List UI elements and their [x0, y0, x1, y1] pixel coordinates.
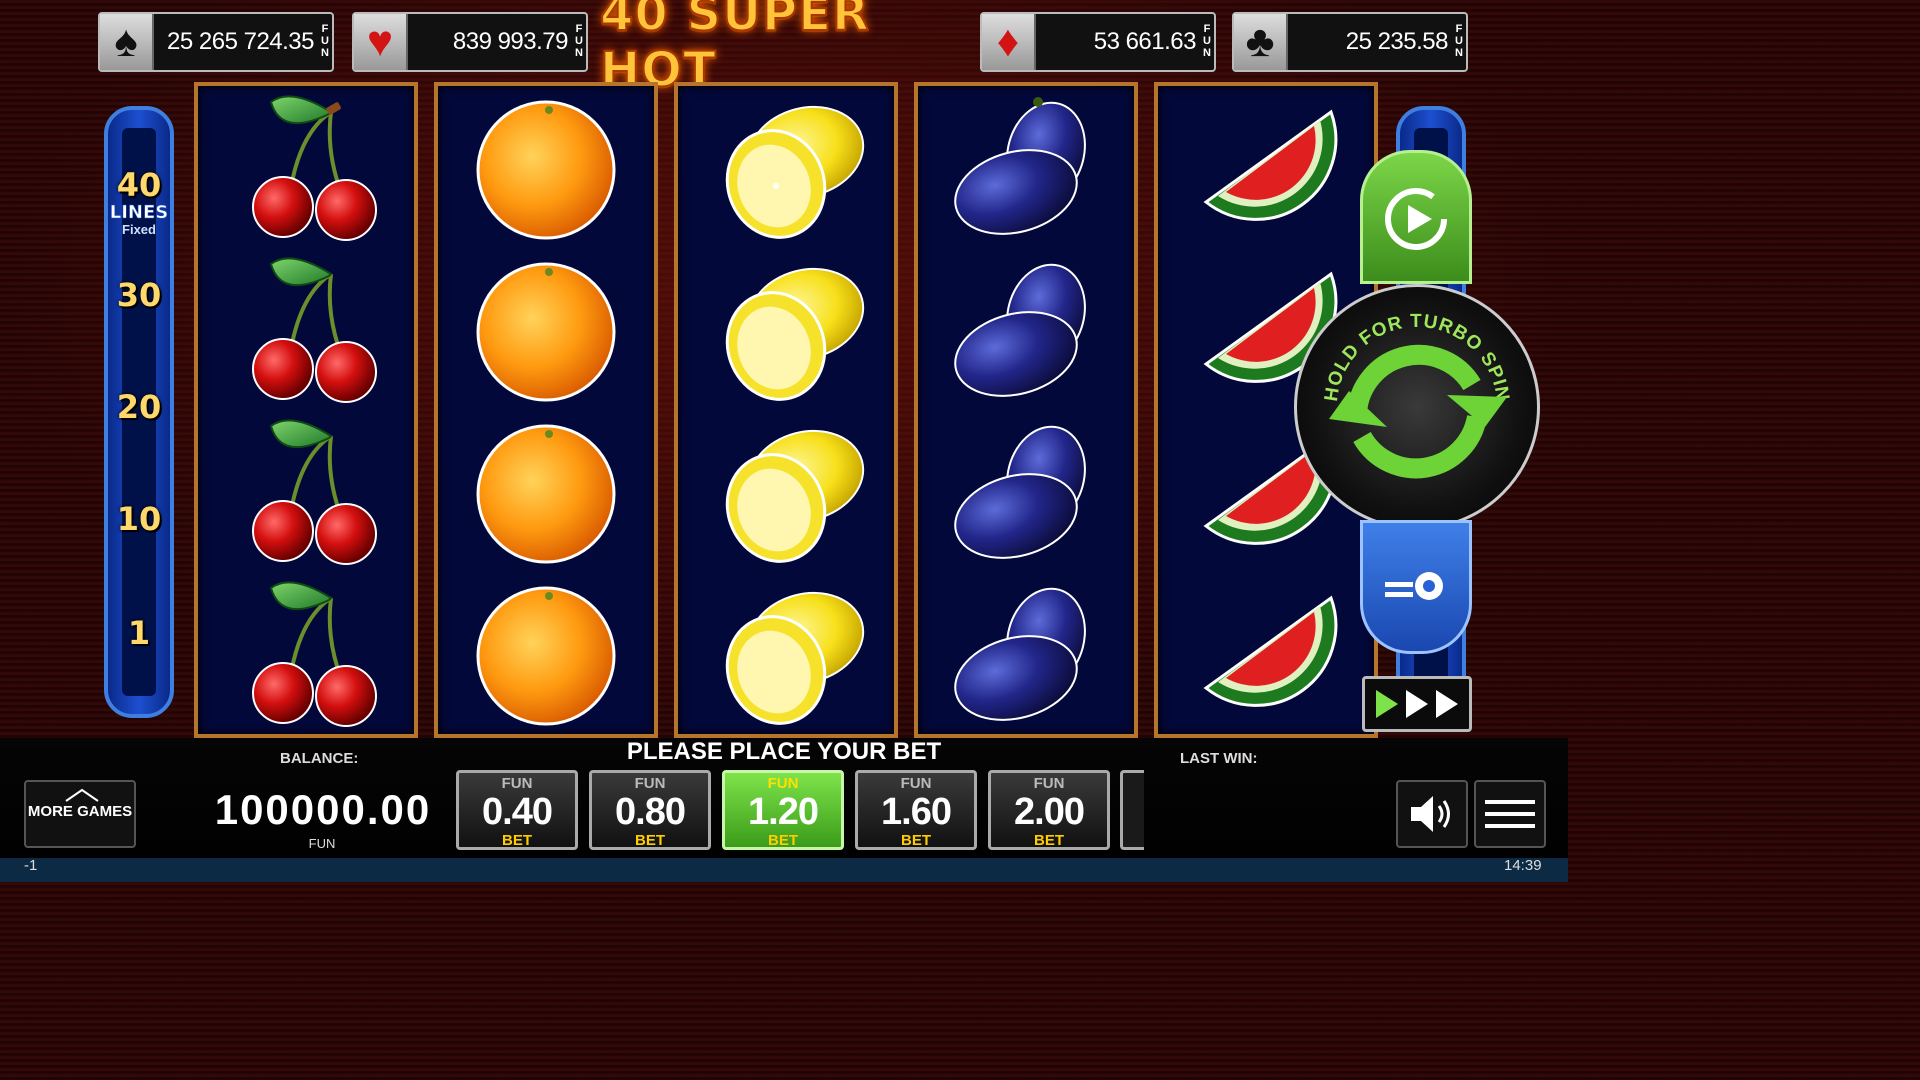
status-bar: [0, 858, 1568, 882]
cherry-icon: [198, 248, 414, 410]
cherry-icon: [198, 86, 414, 248]
heart-icon: ♥: [354, 14, 408, 70]
watermelon-icon: [1158, 86, 1374, 248]
bet-label: BET: [635, 832, 665, 849]
club-icon: ♣: [1234, 14, 1288, 70]
home-icon: [65, 788, 99, 802]
jackpot-diamond: ♦ 53 661.63 FUN: [980, 12, 1216, 72]
orange-icon: [438, 410, 654, 572]
lines-labels-left: 40 LINES Fixed 30 20 10 1: [104, 0, 174, 740]
bet-option[interactable]: FUN 2.00 BET: [988, 770, 1110, 850]
cherry-icon: [198, 410, 414, 572]
jackpot-currency: FUN: [319, 22, 331, 59]
jackpot-value: 25 235.58: [1345, 28, 1449, 55]
bet-label: BET: [768, 832, 798, 849]
plum-icon: [918, 86, 1134, 248]
reel-4: [914, 82, 1138, 738]
sound-button[interactable]: [1396, 780, 1468, 848]
jackpot-currency: FUN: [1201, 22, 1213, 59]
lines-label: LINES: [109, 202, 169, 224]
spin-button[interactable]: HOLD FOR TURBO SPIN: [1294, 284, 1540, 530]
game-title: 40 SUPER HOT: [599, 0, 870, 99]
diamond-icon: ♦: [982, 14, 1036, 70]
refresh-icon: [1329, 344, 1507, 479]
bet-value: 0.80: [615, 791, 686, 833]
more-games-label: MORE GAMES: [27, 803, 133, 820]
bet-currency: FUN: [1033, 775, 1065, 792]
jackpot-value: 839 993.79: [452, 28, 569, 55]
jackpot-value: 25 265 724.35: [167, 28, 314, 55]
cherry-icon: [198, 572, 414, 734]
jackpot-club: ♣ 25 235.58 FUN: [1232, 12, 1468, 72]
bet-label: BET: [502, 832, 532, 849]
more-games-button[interactable]: MORE GAMES: [24, 780, 136, 848]
menu-button[interactable]: [1474, 780, 1546, 848]
balance-label: BALANCE:: [280, 750, 359, 767]
hamburger-menu-icon: [1485, 800, 1535, 828]
reel-3: [674, 82, 898, 738]
status-left-text: -1: [24, 857, 38, 874]
bet-value: 1.60: [881, 791, 952, 833]
line-marker: 20: [116, 388, 162, 426]
bet-value: 2.00: [1014, 791, 1085, 833]
bet-option[interactable]: FUN 0.80 BET: [589, 770, 711, 850]
line-marker: 10: [116, 500, 162, 538]
orange-icon: [438, 86, 654, 248]
last-win-label: LAST WIN:: [1180, 750, 1258, 767]
status-message: PLEASE PLACE YOUR BET: [626, 738, 942, 765]
orange-icon: [438, 248, 654, 410]
lemon-icon: [678, 86, 894, 248]
bet-currency: FUN: [634, 775, 666, 792]
plum-icon: [918, 572, 1134, 734]
autoplay-button[interactable]: [1360, 150, 1472, 284]
settings-gear-icon: [1385, 572, 1443, 600]
lines-fixed-label: Fixed: [122, 222, 156, 237]
balance-currency: FUN: [308, 836, 336, 851]
bet-label: BET: [1034, 832, 1064, 849]
line-marker: 30: [116, 276, 162, 314]
bet-currency: FUN: [501, 775, 533, 792]
plum-icon: [918, 248, 1134, 410]
plum-icon: [918, 410, 1134, 572]
jackpot-currency: FUN: [1453, 22, 1465, 59]
orange-icon: [438, 572, 654, 734]
bet-option-partial[interactable]: [1120, 770, 1144, 850]
lemon-icon: [678, 572, 894, 734]
bet-option[interactable]: FUN 0.40 BET: [456, 770, 578, 850]
reel-2: [434, 82, 658, 738]
balance-value: 100000.00: [214, 786, 432, 833]
clock: 14:39: [1504, 857, 1542, 874]
bet-currency: FUN: [900, 775, 932, 792]
lemon-icon: [678, 410, 894, 572]
bet-option[interactable]: FUN 1.60 BET: [855, 770, 977, 850]
lines-count: 40: [116, 166, 162, 204]
reel-1: [194, 82, 418, 738]
jackpot-currency: FUN: [573, 22, 585, 59]
line-marker: 1: [127, 614, 151, 652]
settings-button[interactable]: [1360, 520, 1472, 654]
fast-forward-button[interactable]: [1362, 676, 1472, 732]
fast-forward-icon: [1376, 690, 1458, 718]
bet-value: 0.40: [482, 791, 553, 833]
jackpot-heart: ♥ 839 993.79 FUN: [352, 12, 588, 72]
speaker-icon: [1411, 796, 1450, 832]
bet-value: 1.20: [748, 791, 819, 833]
lemon-icon: [678, 248, 894, 410]
watermelon-icon: [1158, 572, 1374, 734]
bet-currency: FUN: [767, 775, 799, 792]
autoplay-icon: [1385, 188, 1447, 250]
bet-label: BET: [901, 832, 931, 849]
jackpot-value: 53 661.63: [1093, 28, 1197, 55]
bet-option-selected[interactable]: FUN 1.20 BET: [722, 770, 844, 850]
